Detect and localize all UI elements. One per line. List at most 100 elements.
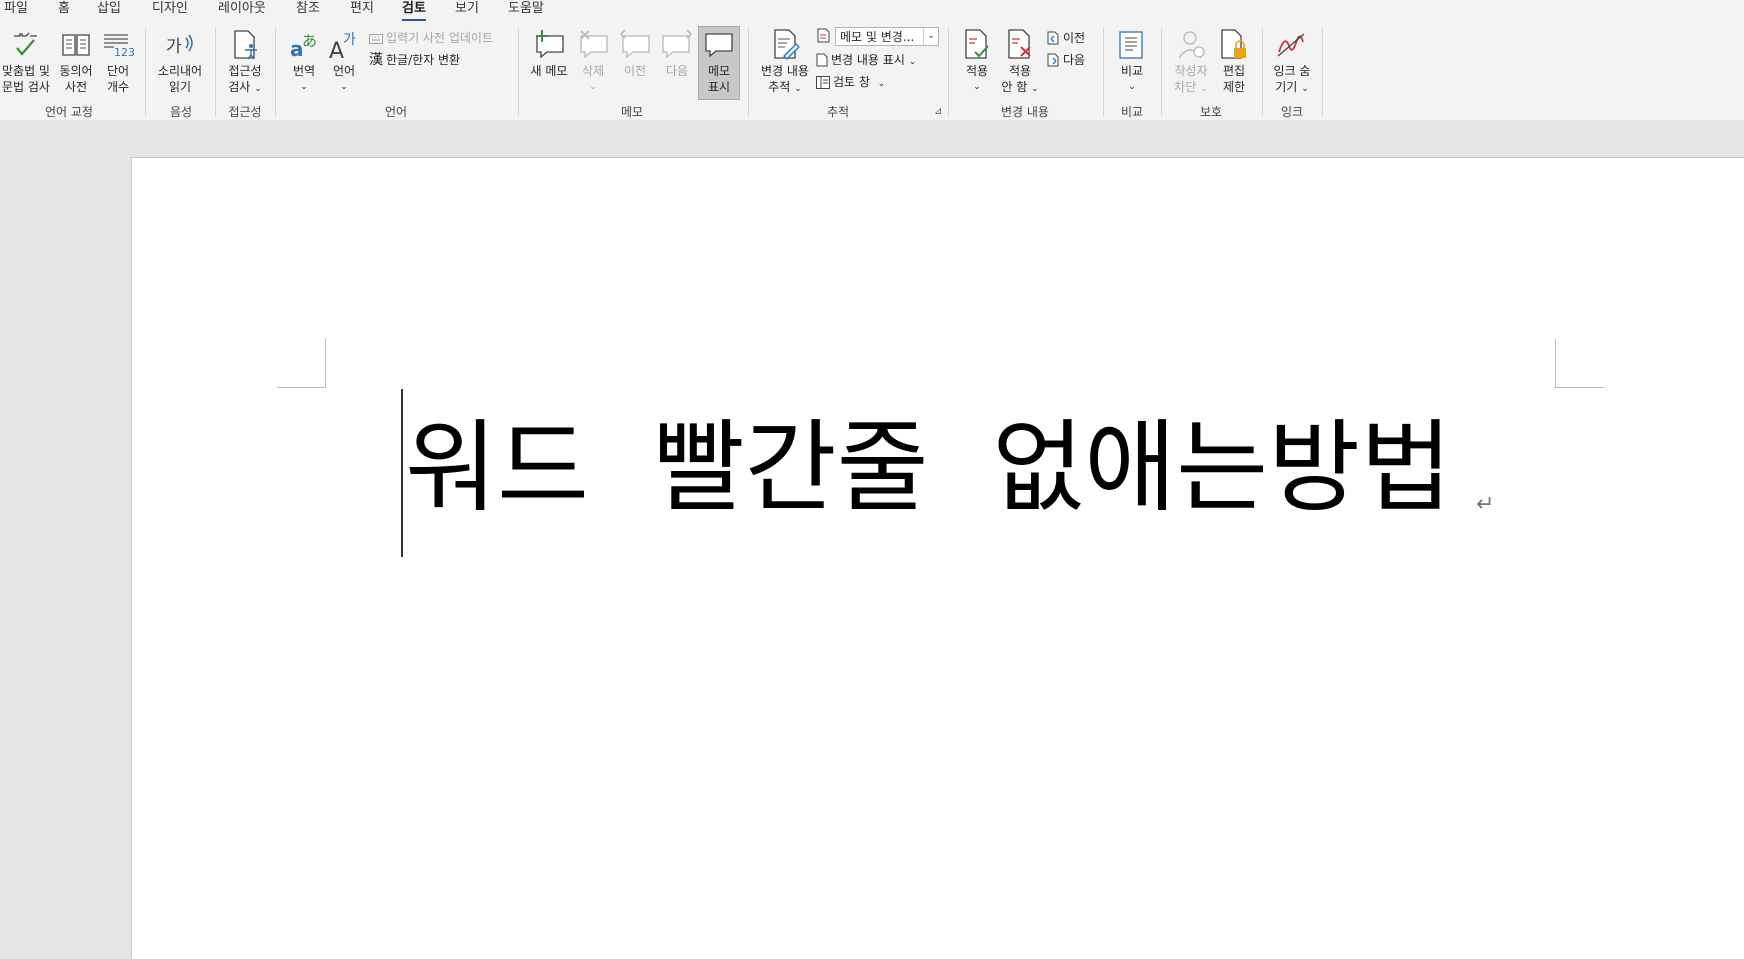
- tab-view[interactable]: 보기: [455, 0, 479, 18]
- tab-home[interactable]: 홈: [58, 0, 70, 18]
- read-aloud-icon: 가: [166, 34, 193, 57]
- group-separator: [1103, 28, 1104, 116]
- keyboard-icon: [369, 34, 383, 44]
- review-pane-label: 검토 창: [833, 75, 870, 89]
- block-authors-button[interactable]: 작성자 차단 ⌄: [1168, 26, 1214, 97]
- tab-help[interactable]: 도움말: [508, 0, 544, 18]
- translate-label: 번역: [292, 64, 316, 78]
- track-changes-icon: [774, 29, 800, 60]
- accept-change-button[interactable]: 적용 ⌄: [956, 26, 998, 95]
- tab-review[interactable]: 검토: [402, 0, 426, 21]
- group-separator: [1161, 28, 1162, 116]
- crop-mark-top-left: [277, 339, 326, 388]
- ribbon-review: 맞춤법 및 문법 검사 동의어 사전 123 단어 개수 언어 교정 가 소리내…: [0, 22, 1744, 121]
- word-count-label-2: 개수: [106, 80, 130, 94]
- reject-change-button[interactable]: 적용 안 함 ⌄: [998, 26, 1042, 97]
- spelling-label-2: 문법 검사: [2, 80, 50, 94]
- delete-comment-icon: [580, 30, 608, 59]
- restrict-editing-label-2: 제한: [1222, 80, 1246, 94]
- spelling-grammar-button[interactable]: 맞춤법 및 문법 검사: [0, 26, 52, 95]
- show-comments-label-2: 표시: [707, 80, 731, 94]
- tab-insert[interactable]: 삽입: [97, 0, 121, 18]
- hangul-hanja-convert-button[interactable]: 漢 한글/한자 변환: [369, 52, 460, 68]
- markup-view-select[interactable]: 메모 및 변경... ⌄: [835, 27, 939, 46]
- chevron-down-icon: ⌄: [340, 82, 348, 92]
- review-pane-icon: [816, 76, 830, 89]
- tab-mailings[interactable]: 편지: [350, 0, 374, 18]
- group-separator: [1322, 28, 1323, 116]
- block-authors-label-1: 작성자: [1174, 64, 1208, 78]
- track-changes-label-1: 변경 내용: [761, 64, 809, 78]
- svg-text:가: 가: [166, 37, 182, 57]
- previous-change-label: 이전: [1063, 31, 1086, 45]
- track-changes-button[interactable]: 변경 내용 추적 ⌄: [756, 26, 814, 97]
- group-separator: [275, 28, 276, 116]
- markup-view-value: 메모 및 변경...: [840, 30, 915, 44]
- chevron-down-icon: ⌄: [877, 79, 886, 89]
- group-separator: [748, 28, 749, 116]
- next-change-button[interactable]: 다음: [1047, 52, 1085, 68]
- spelling-check-icon: [14, 32, 37, 56]
- svg-text:A: A: [329, 39, 344, 62]
- hide-ink-button[interactable]: 잉크 숨 기기 ⌄: [1268, 26, 1316, 97]
- delete-comment-button[interactable]: 삭제 ⌄: [574, 26, 612, 95]
- thesaurus-label-1: 동의어: [59, 64, 93, 78]
- read-aloud-label-2: 읽기: [168, 80, 192, 94]
- show-markup-icon: [816, 53, 828, 67]
- next-change-icon: [1047, 53, 1059, 67]
- tab-design[interactable]: 디자인: [152, 0, 188, 18]
- translate-button[interactable]: a あ 번역 ⌄: [284, 26, 324, 95]
- previous-change-button[interactable]: 이전: [1047, 30, 1085, 46]
- show-comments-label-1: 메모: [707, 64, 731, 78]
- block-authors-icon: [1178, 31, 1205, 59]
- word-count-label-1: 단어: [106, 64, 130, 78]
- group-label-compare: 비교: [1120, 105, 1144, 119]
- read-aloud-button[interactable]: 가 소리내어 읽기: [152, 26, 208, 95]
- next-comment-button[interactable]: 다음: [658, 26, 696, 79]
- group-separator: [518, 28, 519, 116]
- thesaurus-button[interactable]: 동의어 사전: [55, 26, 97, 95]
- hide-ink-label-1: 잉크 숨: [1273, 64, 1311, 78]
- new-comment-icon: [536, 30, 564, 59]
- chevron-down-icon[interactable]: ⌄: [923, 28, 938, 45]
- show-markup-label: 변경 내용 표시: [831, 53, 905, 67]
- accessibility-label-1: 접근성: [228, 64, 262, 78]
- document-page[interactable]: [131, 157, 1744, 959]
- reject-label-1: 적용: [1008, 64, 1032, 78]
- accept-change-icon: [965, 29, 989, 59]
- compare-button[interactable]: 비교 ⌄: [1112, 26, 1152, 95]
- paragraph-mark-icon: ↵: [1476, 492, 1495, 517]
- group-label-accessibility: 접근성: [228, 105, 262, 119]
- dialog-launcher-icon[interactable]: ⊿: [934, 106, 942, 117]
- hanja-label: 한글/한자 변환: [386, 53, 461, 67]
- previous-comment-button[interactable]: 이전: [616, 26, 654, 79]
- hanja-icon: 漢: [369, 52, 383, 68]
- document-body-text[interactable]: 워드 빨간줄 없애는방법: [405, 408, 1452, 528]
- thesaurus-label-2: 사전: [64, 80, 88, 94]
- read-aloud-label-1: 소리내어: [157, 64, 203, 78]
- spelling-label-1: 맞춤법 및: [2, 64, 50, 78]
- show-markup-button[interactable]: 변경 내용 표시 ⌄: [816, 52, 916, 70]
- accessibility-check-button[interactable]: 접근성 검사 ⌄: [222, 26, 268, 97]
- word-count-button[interactable]: 123 단어 개수: [100, 26, 136, 95]
- book-icon: [62, 34, 90, 56]
- language-label: 언어: [332, 64, 356, 78]
- tab-references[interactable]: 참조: [296, 0, 320, 18]
- compare-label: 비교: [1120, 64, 1144, 78]
- group-label-protect: 보호: [1199, 105, 1223, 119]
- show-comments-button[interactable]: 메모 표시: [699, 26, 739, 95]
- svg-text:あ: あ: [302, 32, 317, 50]
- restrict-editing-button[interactable]: 편집 제한: [1216, 26, 1252, 95]
- tab-layout[interactable]: 레이아웃: [218, 0, 266, 18]
- ime-dictionary-update-button[interactable]: 입력기 사전 업데이트: [369, 30, 493, 46]
- tab-file[interactable]: 파일: [4, 0, 28, 18]
- language-button[interactable]: A 가 언어 ⌄: [326, 26, 362, 95]
- previous-comment-label: 이전: [623, 64, 647, 78]
- chevron-down-icon: ⌄: [973, 82, 981, 92]
- review-pane-button[interactable]: 검토 창 ⌄: [816, 74, 885, 92]
- new-comment-button[interactable]: 새 메모: [526, 26, 572, 79]
- group-separator: [145, 28, 146, 116]
- compare-icon: [1119, 31, 1143, 59]
- track-changes-label-2: 추적 ⌄: [768, 80, 802, 94]
- block-authors-label-2: 차단 ⌄: [1174, 80, 1208, 94]
